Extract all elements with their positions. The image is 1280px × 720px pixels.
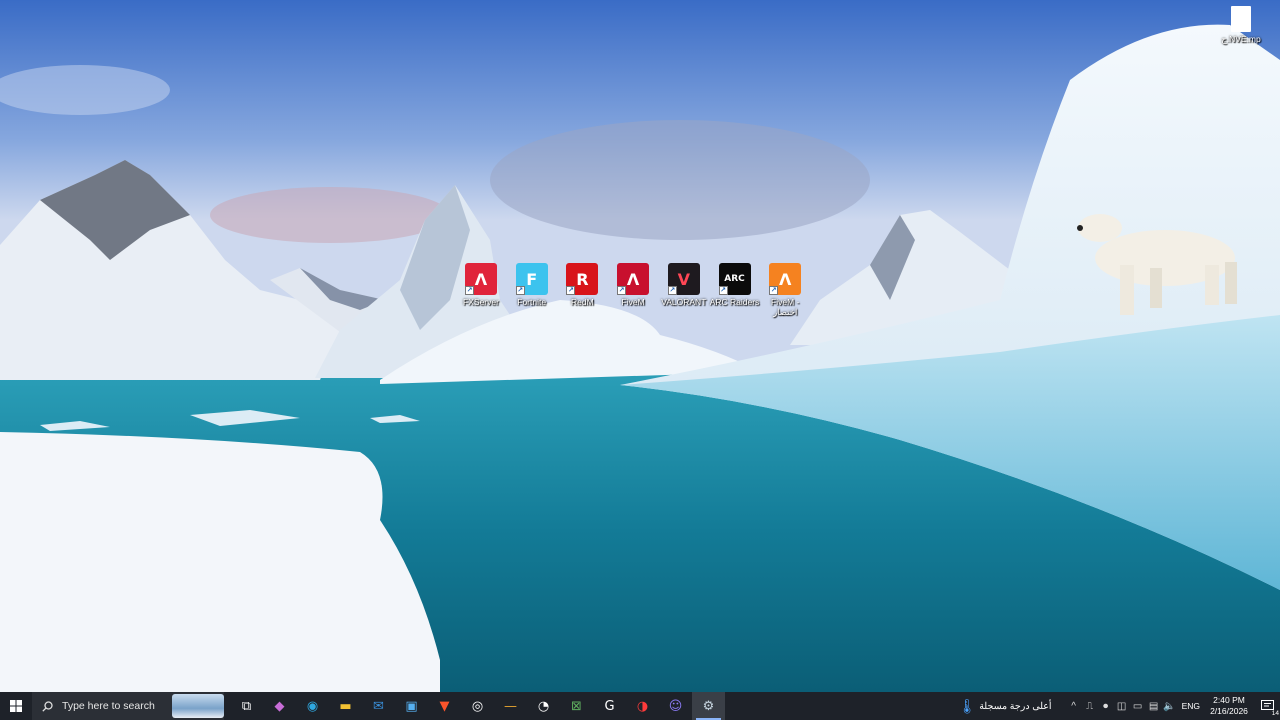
desktop-shortcut-label: FXServer: [463, 297, 499, 307]
shortcut-arrow-icon: ↗: [566, 286, 576, 295]
desktop-shortcut-fxserver[interactable]: Λ ↗ FXServer: [456, 263, 506, 307]
network-icon[interactable]: ▤: [1146, 692, 1162, 720]
taskbar-app-file-explorer[interactable]: ▬: [329, 692, 362, 720]
epic-icon: G: [604, 698, 615, 714]
taskbar-app-store[interactable]: ▣: [395, 692, 428, 720]
edge-icon: ◉: [306, 698, 319, 714]
shortcut-arrow-icon: ↗: [667, 286, 677, 295]
taskbar-app-chrome-badge[interactable]: ◑: [626, 692, 659, 720]
desktop-shortcut-label: VALORANT: [661, 297, 707, 307]
shortcut-arrow-icon: ↗: [769, 286, 779, 295]
app-icon: R ↗: [566, 263, 599, 295]
xbox-icon: ⊠: [571, 698, 582, 714]
taskbar-app-xbox[interactable]: ⊠: [560, 692, 593, 720]
microphone-icon[interactable]: ⏺: [1098, 692, 1114, 720]
search-box[interactable]: Type here to search: [32, 692, 224, 720]
app-icon: Λ ↗: [769, 263, 802, 295]
chevron-up-icon[interactable]: ^: [1066, 692, 1082, 720]
notification-count: 14: [1271, 710, 1279, 717]
taskbar-app-mail[interactable]: ✉: [362, 692, 395, 720]
app-icon: V ↗: [667, 263, 700, 295]
thermometer-icon[interactable]: 🌡: [958, 692, 976, 720]
taskbar-app-epic[interactable]: G: [593, 692, 626, 720]
taskbar-app-task-view[interactable]: ⧉: [230, 692, 263, 720]
clock[interactable]: 2:40 PM 2/16/2026: [1204, 695, 1254, 717]
taskbar-app-dash-app[interactable]: —: [494, 692, 527, 720]
app-icon: ARC ↗: [718, 263, 751, 295]
taskbar-app-edge[interactable]: ◉: [296, 692, 329, 720]
search-icon: [42, 700, 53, 712]
volume-icon[interactable]: 🔈: [1162, 692, 1178, 720]
taskbar: Type here to search ⧉ ◆ ◉ ▬ ✉ ▣ ▼ ◎ — ◔ ⊠ G ◑ ☺ ⚙ 🌡 أع…: [0, 692, 1280, 720]
desktop-shortcut-label: RedM: [571, 297, 594, 307]
clock-date: 2/16/2026: [1210, 706, 1248, 716]
desktop-file-icon[interactable]: ج.NVE.mp: [1216, 6, 1266, 44]
discord-icon: ☺: [668, 698, 683, 714]
shortcut-arrow-icon: ↗: [718, 286, 728, 295]
weather-text[interactable]: أعلى درجة مسجلة: [979, 701, 1051, 712]
search-placeholder: Type here to search: [62, 700, 155, 712]
desktop-shortcut-fivem[interactable]: Λ ↗ FiveM - اختصار: [760, 263, 810, 317]
taskbar-app-speed-app[interactable]: ◔: [527, 692, 560, 720]
steam-icon: ⚙: [702, 698, 715, 714]
notification-center-button[interactable]: 14: [1254, 692, 1280, 720]
desktop-shortcut-label: FiveM - اختصار: [771, 297, 800, 317]
copilot-icon: ◆: [274, 698, 285, 714]
desktop-shortcut-label: FiveM: [621, 297, 645, 307]
display-icon[interactable]: ▭: [1130, 692, 1146, 720]
taskbar-app-copilot[interactable]: ◆: [263, 692, 296, 720]
desktop-shortcut-fortnite[interactable]: F ↗ Fortnite: [507, 263, 557, 307]
desktop-shortcut-label: ARC Raiders: [709, 297, 760, 307]
desktop-shortcut-valorant[interactable]: V ↗ VALORANT: [659, 263, 709, 307]
app-icon: Λ ↗: [617, 263, 650, 295]
desktop-shortcut-arc-raiders[interactable]: ARC ↗ ARC Raiders: [710, 263, 760, 307]
shortcut-arrow-icon: ↗: [515, 286, 525, 295]
shortcut-arrow-icon: ↗: [617, 286, 627, 295]
taskbar-app-discord[interactable]: ☺: [659, 692, 692, 720]
brave-icon: ▼: [439, 698, 450, 714]
taskbar-app-steam[interactable]: ⚙: [692, 692, 725, 720]
speed-app-icon: ◔: [537, 698, 550, 714]
task-view-icon: ⧉: [241, 698, 252, 714]
taskbar-app-obs[interactable]: ◎: [461, 692, 494, 720]
wallpaper: [0, 0, 1280, 692]
start-button[interactable]: [0, 692, 32, 720]
shortcut-arrow-icon: ↗: [465, 286, 474, 295]
language-indicator[interactable]: ENG: [1182, 701, 1200, 711]
obs-icon: ◎: [471, 698, 484, 714]
desktop-shortcut-fivem[interactable]: Λ ↗ FiveM: [608, 263, 658, 307]
store-icon: ▣: [405, 698, 418, 714]
document-icon: [1231, 6, 1251, 32]
clock-time: 2:40 PM: [1213, 695, 1245, 705]
desktop-shortcut-label: Fortnite: [517, 297, 547, 307]
desktop[interactable]: ج.NVE.mp Λ ↗ FXServer F ↗ Fortnite R ↗ RedM Λ ↗ Fiv…: [0, 0, 1280, 692]
desktop-file-label: ج.NVE.mp: [1221, 34, 1261, 44]
search-highlight-image: [172, 694, 224, 718]
desktop-shortcut-redm[interactable]: R ↗ RedM: [557, 263, 607, 307]
taskbar-app-brave[interactable]: ▼: [428, 692, 461, 720]
dash-app-icon: —: [504, 698, 517, 714]
app-icon: Λ ↗: [465, 263, 497, 295]
usb-icon[interactable]: ⎍: [1082, 692, 1098, 720]
file-explorer-icon: ▬: [339, 698, 352, 714]
app-icon: F ↗: [515, 263, 548, 295]
meet-now-icon[interactable]: ◫: [1114, 692, 1130, 720]
mail-icon: ✉: [373, 698, 384, 714]
chrome-badge-icon: ◑: [636, 698, 649, 714]
windows-logo-icon: [10, 700, 22, 712]
